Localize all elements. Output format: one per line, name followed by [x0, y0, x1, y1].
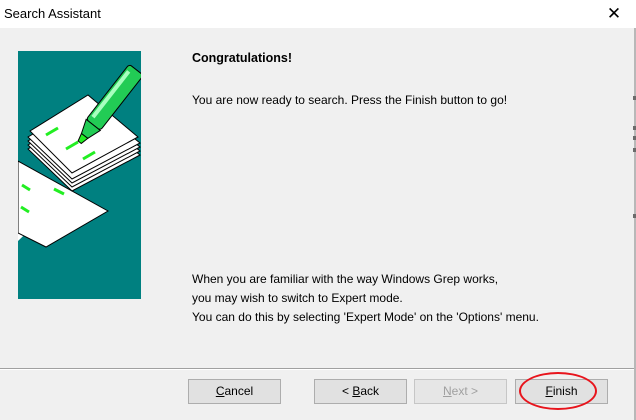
- close-icon[interactable]: ✕: [604, 4, 624, 24]
- next-button[interactable]: Next >: [414, 379, 507, 404]
- highlighter-pen-papers-illustration: [18, 51, 141, 299]
- hint-line: you may wish to switch to Expert mode.: [192, 291, 403, 305]
- cancel-button[interactable]: Cancel: [188, 379, 281, 404]
- back-button[interactable]: < Back: [314, 379, 407, 404]
- heading-congratulations: Congratulations!: [192, 51, 292, 65]
- expert-mode-hint: When you are familiar with the way Windo…: [192, 270, 539, 327]
- intro-text: You are now ready to search. Press the F…: [192, 93, 508, 107]
- finish-label: inish: [552, 384, 578, 398]
- hint-line: When you are familiar with the way Windo…: [192, 272, 499, 286]
- next-mnemonic: N: [442, 384, 452, 398]
- next-label: ext >: [451, 384, 479, 398]
- title-bar: Search Assistant ✕: [0, 0, 636, 28]
- hint-line: You can do this by selecting 'Expert Mod…: [192, 310, 539, 324]
- finish-mnemonic: F: [545, 384, 553, 398]
- back-label: ack: [360, 384, 380, 398]
- back-prefix: <: [341, 384, 353, 398]
- window-title: Search Assistant: [4, 6, 101, 21]
- cancel-label: ancel: [224, 384, 254, 398]
- footer-separator: [0, 368, 634, 370]
- finish-button[interactable]: Finish: [515, 379, 608, 404]
